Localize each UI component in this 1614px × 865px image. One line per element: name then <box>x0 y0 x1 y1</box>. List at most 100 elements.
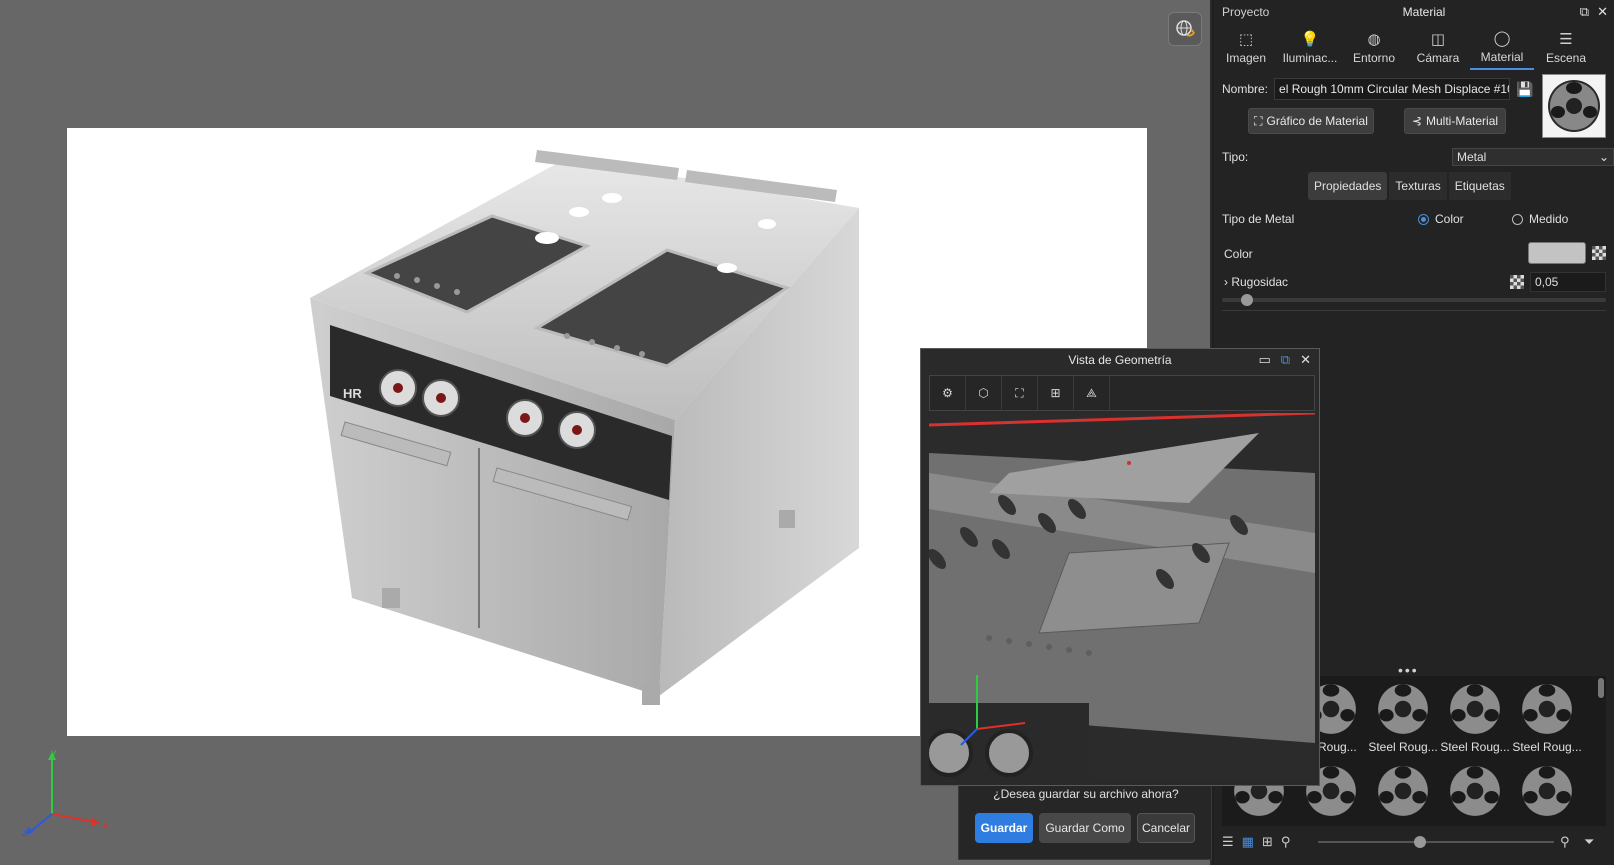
undock-icon[interactable]: ⧉ <box>1580 4 1589 20</box>
tab-camara[interactable]: ◫ Cámara <box>1406 26 1470 70</box>
floor-plane-icon[interactable]: ⊞ <box>1038 376 1074 410</box>
material-sphere-icon <box>1376 682 1430 736</box>
save-material-icon[interactable]: 💾 <box>1516 81 1533 98</box>
restore-icon[interactable]: ⧉ <box>1281 352 1290 368</box>
settings-gear-icon[interactable]: ⚙ <box>930 376 966 410</box>
metal-type-label: Tipo de Metal <box>1222 212 1295 226</box>
tab-iluminacion[interactable]: 💡 Iluminac... <box>1278 26 1342 70</box>
material-sphere-icon <box>1448 764 1502 818</box>
material-graph-label: Gráfico de Material <box>1266 114 1368 128</box>
library-material-item[interactable] <box>1440 762 1510 826</box>
material-sphere-icon: ◯ <box>1493 29 1511 47</box>
color-swatch[interactable] <box>1528 242 1586 264</box>
globe-icon: ◍ <box>1367 30 1381 48</box>
library-material-item[interactable] <box>1368 762 1438 826</box>
close-icon[interactable]: ✕ <box>1300 352 1311 368</box>
tab-label: Cámara <box>1416 50 1460 65</box>
tab-label: Imagen <box>1225 50 1267 65</box>
tab-material[interactable]: ◯ Material <box>1470 26 1534 70</box>
tab-label: Entorno <box>1352 50 1396 65</box>
material-graph-button[interactable]: ⛶ Gráfico de Material <box>1248 108 1374 134</box>
tab-imagen[interactable]: ⬚ Imagen <box>1214 26 1278 70</box>
material-sphere-icon <box>1448 682 1502 736</box>
roughness-slider-knob[interactable] <box>1240 294 1253 306</box>
radio-dot <box>1418 213 1429 225</box>
type-label: Tipo: <box>1222 150 1249 164</box>
cancel-button[interactable]: Cancelar <box>1137 813 1195 843</box>
transform-gizmo-icon[interactable]: ⟁ <box>1074 376 1110 410</box>
environment-refresh-icon <box>1176 20 1195 37</box>
tab-bar: ⬚ Imagen 💡 Iluminac... ◍ Entorno ◫ Cámara ◯ M… <box>1214 26 1614 70</box>
tab-label: Escena <box>1545 50 1587 65</box>
environment-refresh-button[interactable] <box>1168 12 1202 46</box>
roughness-label-text: Rugosidac <box>1231 275 1289 289</box>
texture-map-icon[interactable] <box>1592 246 1606 260</box>
texture-map-icon[interactable] <box>1510 275 1524 289</box>
scene-list-icon: ☰ <box>1559 30 1573 48</box>
image-icon: ⬚ <box>1238 30 1254 48</box>
material-sphere-icon <box>1520 764 1574 818</box>
tab-escena[interactable]: ☰ Escena <box>1534 26 1598 70</box>
library-material-item[interactable]: Steel Roug... <box>1512 680 1582 760</box>
name-label: Nombre: <box>1222 82 1269 96</box>
subtab-etiquetas[interactable]: Etiquetas <box>1448 172 1511 200</box>
subtab-texturas[interactable]: Texturas <box>1389 172 1447 200</box>
library-scrollbar[interactable] <box>1598 678 1604 698</box>
save-as-button[interactable]: Guardar Como <box>1039 813 1131 843</box>
material-type-value: Metal <box>1457 150 1487 164</box>
geometry-view-window[interactable]: Vista de Geometría ▭ ⧉ ✕ ⚙ ⬡ ⛶ ⊞ ⟁ <box>920 348 1320 786</box>
color-label: Color <box>1224 247 1253 261</box>
multi-material-label: Multi-Material <box>1426 114 1499 128</box>
thumbnail-size-slider[interactable] <box>1318 836 1554 848</box>
camera-icon: ◫ <box>1430 30 1446 48</box>
library-toolbar: ☰ ▦ ⊞ ⚲ ⚲ ⏷ <box>1222 830 1606 854</box>
roughness-slider[interactable] <box>1222 294 1606 306</box>
light-bulb-icon: 💡 <box>1300 30 1320 48</box>
multi-material-button[interactable]: ⊰ Multi-Material <box>1404 108 1506 134</box>
panel-title: Material <box>1402 5 1446 19</box>
radio-medido-label: Medido <box>1529 212 1569 226</box>
thumbnail-size-knob[interactable] <box>1414 836 1426 848</box>
material-sphere-icon <box>1520 682 1574 736</box>
project-label[interactable]: Proyecto <box>1222 5 1269 19</box>
divider <box>1222 310 1606 311</box>
panel-header: Proyecto Material ⧉ ✕ <box>1214 0 1614 24</box>
zoom-out-icon[interactable]: ⚲ <box>1281 834 1291 850</box>
radio-color[interactable]: Color <box>1418 212 1464 226</box>
library-material-item[interactable] <box>1512 762 1582 826</box>
geometry-viewport[interactable] <box>929 413 1315 781</box>
material-sphere-preview <box>1548 80 1600 132</box>
material-sphere-icon <box>1376 764 1430 818</box>
library-material-item[interactable]: Steel Roug... <box>1368 680 1438 760</box>
subtab-propiedades[interactable]: Propiedades <box>1308 172 1388 200</box>
radio-medido[interactable]: Medido <box>1512 212 1568 226</box>
zoom-in-icon[interactable]: ⚲ <box>1560 834 1570 850</box>
library-material-item[interactable]: Steel Roug... <box>1440 680 1510 760</box>
radio-dot <box>1512 213 1523 225</box>
multi-material-icon: ⊰ <box>1411 114 1423 128</box>
color-row: Color <box>1222 242 1606 266</box>
material-type-select[interactable]: Metal ⌄ <box>1452 148 1614 166</box>
tree-view-icon[interactable]: ⊞ <box>1262 834 1273 850</box>
list-view-icon[interactable]: ☰ <box>1222 834 1234 850</box>
tab-entorno[interactable]: ◍ Entorno <box>1342 26 1406 70</box>
grid-view-icon[interactable]: ▦ <box>1242 834 1254 850</box>
axis-z-label: z <box>22 828 27 838</box>
radio-color-label: Color <box>1435 212 1464 226</box>
render-logo: HR <box>343 386 362 401</box>
tab-label: Iluminac... <box>1282 50 1338 65</box>
property-subtabs: Propiedades Texturas Etiquetas <box>1308 172 1511 200</box>
graph-icon: ⛶ <box>1254 113 1263 128</box>
save-button[interactable]: Guardar <box>975 813 1033 843</box>
focus-frame-icon[interactable]: ⛶ <box>1002 376 1038 410</box>
save-question: ¿Desea guardar su archivo ahora? <box>993 787 1179 801</box>
material-name-input[interactable]: el Rough 10mm Circular Mesh Displace #10 <box>1274 78 1511 100</box>
roughness-label[interactable]: › Rugosidac <box>1224 275 1288 289</box>
close-icon[interactable]: ✕ <box>1597 4 1608 20</box>
name-row: Nombre: el Rough 10mm Circular Mesh Disp… <box>1222 78 1533 100</box>
filter-icon[interactable]: ⏷ <box>1584 834 1594 850</box>
cube-view-icon[interactable]: ⬡ <box>966 376 1002 410</box>
roughness-value-input[interactable]: 0,05 <box>1530 272 1606 292</box>
maximize-icon[interactable]: ▭ <box>1259 352 1271 368</box>
material-preview-thumbnail[interactable] <box>1542 74 1606 138</box>
